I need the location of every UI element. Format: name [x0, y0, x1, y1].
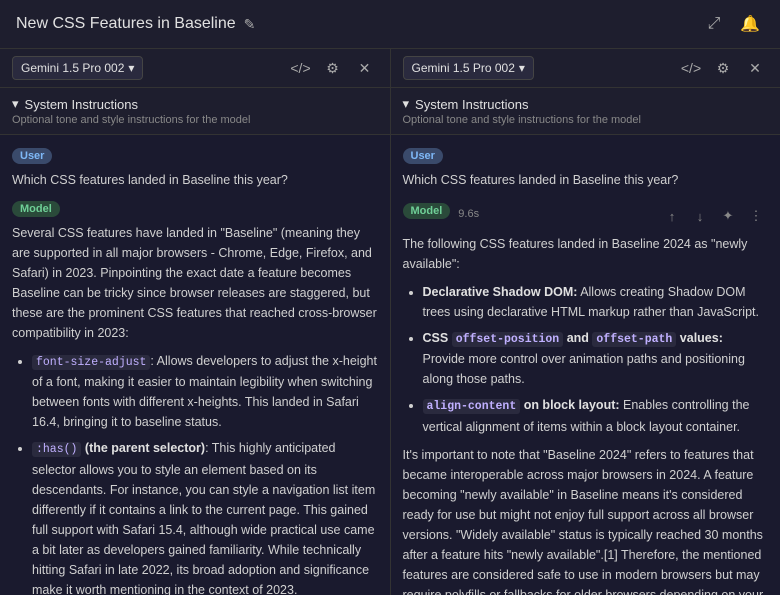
left-system-instructions[interactable]: ▾ System Instructions Optional tone and …	[0, 88, 390, 135]
left-user-badge: User	[12, 148, 52, 164]
left-si-chevron: ▾	[12, 96, 19, 112]
right-user-text: Which CSS features landed in Baseline th…	[403, 170, 769, 190]
left-settings-icon[interactable]: ⚙	[320, 55, 346, 81]
resp-more-icon[interactable]: ⋮	[744, 204, 768, 228]
left-model-badge: Model	[12, 201, 60, 217]
right-model-text: The following CSS features landed in Bas…	[403, 234, 769, 595]
left-code-icon[interactable]: </>	[288, 55, 314, 81]
resp-up-icon[interactable]: ↑	[660, 204, 684, 228]
right-model-badge: Model	[403, 203, 451, 219]
header: New CSS Features in Baseline ✎ ⤢ 🔔	[0, 0, 780, 49]
right-model-time: 9.6s	[458, 208, 479, 220]
left-content: User Which CSS features landed in Baseli…	[0, 135, 390, 595]
left-model-select[interactable]: Gemini 1.5 Pro 002 ▾	[12, 56, 143, 80]
right-panel: Gemini 1.5 Pro 002 ▾ </> ⚙ ✕ ▾ System In…	[391, 49, 780, 595]
left-user-message: User Which CSS features landed in Baseli…	[12, 147, 378, 190]
right-user-message: User Which CSS features landed in Baseli…	[403, 147, 769, 190]
left-user-text: Which CSS features landed in Baseline th…	[12, 170, 378, 190]
main-area: Gemini 1.5 Pro 002 ▾ </> ⚙ ✕ ▾ System In…	[0, 49, 780, 595]
left-panel: Gemini 1.5 Pro 002 ▾ </> ⚙ ✕ ▾ System In…	[0, 49, 391, 595]
right-settings-icon[interactable]: ⚙	[710, 55, 736, 81]
right-code-icon[interactable]: </>	[678, 55, 704, 81]
right-chevron-down-icon: ▾	[519, 61, 525, 75]
left-si-subtitle: Optional tone and style instructions for…	[12, 114, 378, 126]
left-close-icon[interactable]: ✕	[352, 55, 378, 81]
right-model-select[interactable]: Gemini 1.5 Pro 002 ▾	[403, 56, 534, 80]
resp-star-icon[interactable]: ✦	[716, 204, 740, 228]
left-si-title: System Instructions	[25, 97, 138, 112]
left-toolbar: Gemini 1.5 Pro 002 ▾ </> ⚙ ✕	[0, 49, 390, 88]
share-icon-btn[interactable]: ⤢	[700, 10, 728, 38]
right-model-message: Model 9.6s ↑ ↓ ✦ ⋮ The following CSS fea…	[403, 200, 769, 595]
right-content: User Which CSS features landed in Baseli…	[391, 135, 780, 595]
right-si-title: System Instructions	[415, 97, 528, 112]
right-toolbar: Gemini 1.5 Pro 002 ▾ </> ⚙ ✕	[391, 49, 780, 88]
resp-down-icon[interactable]: ↓	[688, 204, 712, 228]
right-si-subtitle: Optional tone and style instructions for…	[403, 114, 769, 126]
left-model-message: Model Several CSS features have landed i…	[12, 200, 378, 595]
right-user-badge: User	[403, 148, 443, 164]
right-system-instructions[interactable]: ▾ System Instructions Optional tone and …	[391, 88, 780, 135]
left-model-text: Several CSS features have landed in "Bas…	[12, 223, 378, 595]
right-si-chevron: ▾	[403, 96, 410, 112]
right-close-icon[interactable]: ✕	[742, 55, 768, 81]
page-title: New CSS Features in Baseline	[16, 15, 236, 33]
bell-icon-btn[interactable]: 🔔	[736, 10, 764, 38]
chevron-down-icon: ▾	[128, 61, 134, 75]
edit-icon[interactable]: ✎	[244, 16, 256, 33]
